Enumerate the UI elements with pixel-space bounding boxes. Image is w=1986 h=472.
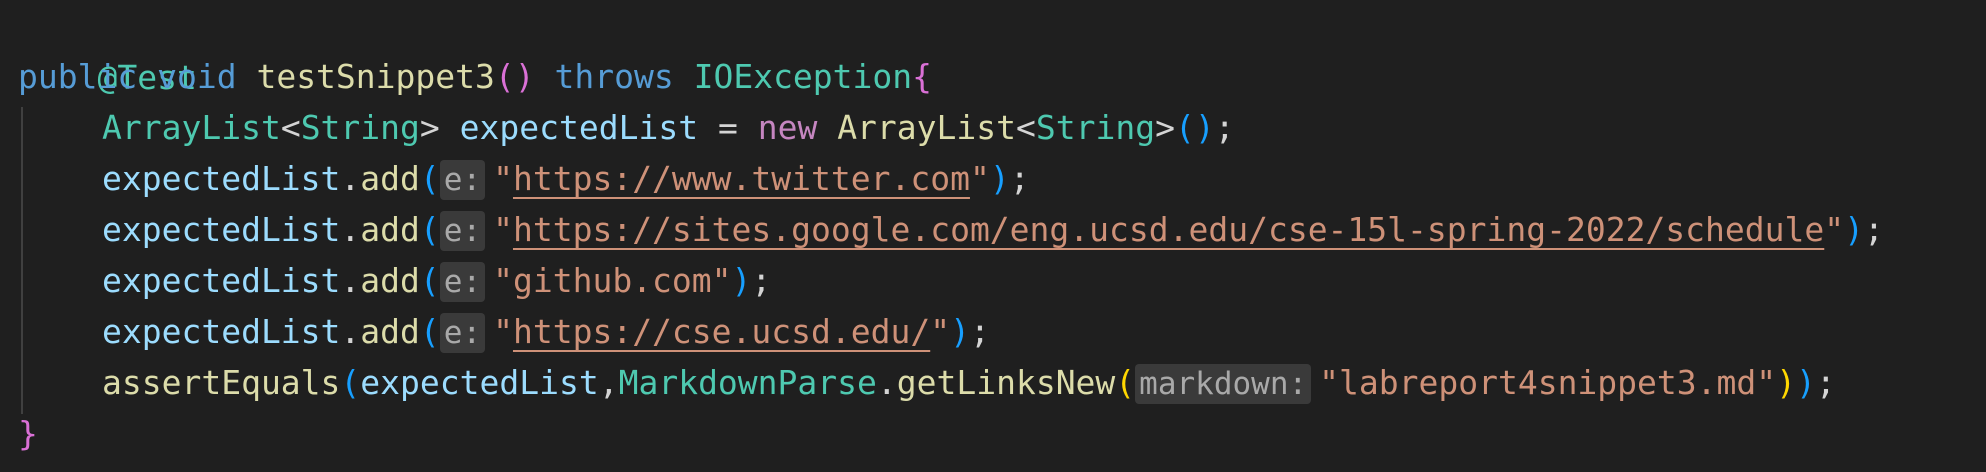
paren-open: ( — [419, 312, 440, 351]
type-arraylist: ArrayList — [102, 108, 281, 147]
dot: . — [340, 261, 361, 300]
paren-open: ( — [419, 159, 440, 198]
code-line-1: @Test — [18, 0, 196, 97]
semicolon: ; — [969, 312, 990, 351]
string-url[interactable]: https://sites.google.com/eng.ucsd.edu/cs… — [513, 210, 1824, 249]
string-literal: "github.com" — [493, 261, 732, 300]
method-add: add — [360, 159, 420, 198]
inlay-hint-e: e: — [439, 160, 486, 200]
method-add: add — [360, 312, 420, 351]
quote-close: " — [1824, 210, 1845, 249]
code-line-8: assertEquals(expectedList,MarkdownParse.… — [18, 357, 1836, 409]
semicolon: ; — [1214, 108, 1235, 147]
dot: . — [340, 210, 361, 249]
code-line-7: expectedList.add(e: "https://cse.ucsd.edu… — [18, 306, 990, 358]
generic-close: > — [419, 108, 440, 147]
method-getlinksnew: getLinksNew — [896, 363, 1116, 402]
paren-open: ( — [419, 261, 440, 300]
paren-close-inner: ) — [1776, 363, 1796, 402]
exception-type: IOException — [693, 57, 913, 96]
semicolon: ; — [1815, 363, 1836, 402]
method-add: add — [360, 210, 420, 249]
code-line-6: expectedList.add(e: "github.com"); — [18, 255, 771, 307]
quote-open: " — [493, 210, 513, 249]
brace-close: } — [18, 414, 38, 453]
method-add: add — [360, 261, 420, 300]
paren-close: ) — [1844, 210, 1865, 249]
generic-close-2: > — [1155, 108, 1175, 147]
variable-expectedlist: expectedList — [360, 363, 599, 402]
keyword-throws: throws — [554, 57, 674, 96]
paren-close: ) — [989, 159, 1010, 198]
code-editor[interactable]: @Test public void testSnippet3() throws … — [0, 0, 1986, 472]
variable-expectedlist: expectedList — [459, 108, 699, 147]
paren-close: ) — [1796, 363, 1816, 402]
inlay-hint-e: e: — [439, 262, 486, 302]
code-line-9: } — [18, 408, 38, 460]
semicolon: ; — [1009, 159, 1030, 198]
string-literal: "labreport4snippet3.md" — [1319, 363, 1777, 402]
paren-close: ) — [950, 312, 970, 351]
generic-string: String — [300, 108, 420, 147]
generic-open: < — [280, 108, 301, 147]
generic-string-2: String — [1035, 108, 1156, 147]
inlay-hint-markdown: markdown: — [1135, 364, 1312, 404]
variable-expectedlist: expectedList — [102, 159, 341, 198]
inlay-hint-e: e: — [439, 313, 486, 353]
string-url[interactable]: https://www.twitter.com — [513, 159, 970, 198]
dot: . — [340, 159, 361, 198]
string-url[interactable]: https://cse.ucsd.edu/ — [513, 312, 930, 351]
comma: , — [598, 363, 619, 402]
function-assertequals: assertEquals — [102, 363, 341, 402]
dot: . — [340, 312, 361, 351]
brace-open: { — [912, 57, 933, 96]
method-name: testSnippet3 — [256, 57, 495, 96]
quote-close: " — [969, 159, 990, 198]
semicolon: ; — [751, 261, 772, 300]
paren-open-inner: ( — [1115, 363, 1136, 402]
variable-expectedlist: expectedList — [102, 261, 341, 300]
paren-open: ( — [419, 210, 440, 249]
method-parens: () — [494, 57, 535, 96]
code-line-5: expectedList.add(e: "https://sites.google… — [18, 204, 1884, 256]
assign-operator: = — [717, 108, 738, 147]
generic-open-2: < — [1016, 108, 1036, 147]
quote-open: " — [493, 159, 513, 198]
variable-expectedlist: expectedList — [102, 312, 341, 351]
quote-open: " — [493, 312, 513, 351]
dot: . — [876, 363, 897, 402]
code-line-3: ArrayList<String> expectedList = new Arr… — [18, 102, 1235, 154]
constructor-arraylist: ArrayList — [837, 108, 1016, 147]
keyword-public: public — [18, 57, 138, 96]
keyword-void: void — [157, 57, 237, 96]
keyword-new: new — [757, 108, 818, 147]
paren-open: ( — [340, 363, 361, 402]
code-line-2: public void testSnippet3() throws IOExce… — [18, 51, 932, 103]
class-markdownparse: MarkdownParse — [618, 363, 877, 402]
inlay-hint-e: e: — [439, 211, 486, 251]
quote-close: " — [930, 312, 951, 351]
paren-close: ) — [731, 261, 752, 300]
code-line-4: expectedList.add(e: "https://www.twitter.… — [18, 153, 1030, 205]
constructor-parens: () — [1174, 108, 1215, 147]
semicolon: ; — [1864, 210, 1884, 249]
variable-expectedlist: expectedList — [102, 210, 341, 249]
